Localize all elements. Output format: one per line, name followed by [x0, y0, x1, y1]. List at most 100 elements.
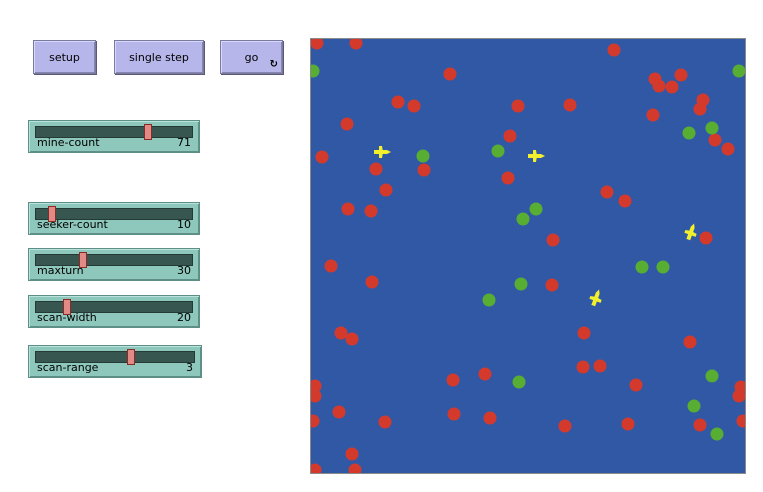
mine-dot	[708, 133, 722, 147]
cleared-mine-dot	[656, 260, 670, 274]
seeker-icon	[589, 289, 602, 307]
mine-dot	[369, 162, 383, 176]
cleared-mine-dot	[732, 64, 745, 78]
slider-scan-range[interactable]: scan-range 3	[28, 345, 202, 378]
slider-label: maxturn	[37, 264, 84, 277]
mine-dot	[446, 373, 460, 387]
mine-dot	[607, 43, 621, 57]
mine-dot	[621, 417, 635, 431]
mine-dot	[365, 275, 379, 289]
mine-dot	[478, 367, 492, 381]
seeker-icon	[528, 150, 545, 162]
slider-label: scan-width	[37, 311, 97, 324]
mine-dot	[736, 414, 745, 428]
slider-scan-width[interactable]: scan-width 20	[28, 295, 200, 328]
mine-dot	[600, 185, 614, 199]
mine-dot	[501, 171, 515, 185]
mine-dot	[558, 419, 572, 433]
mine-dot	[699, 231, 713, 245]
mine-dot	[503, 129, 517, 143]
mine-dot	[545, 278, 559, 292]
mine-dot	[665, 80, 679, 94]
setup-button[interactable]: setup	[33, 40, 96, 74]
mine-dot	[511, 99, 525, 113]
cleared-mine-dot	[512, 375, 526, 389]
cleared-mine-dot	[516, 212, 530, 226]
world-view[interactable]	[310, 38, 746, 474]
cleared-mine-dot	[687, 399, 701, 413]
mine-dot	[378, 415, 392, 429]
forever-icon: ↻	[269, 59, 278, 70]
mine-dot	[576, 360, 590, 374]
cleared-mine-dot	[514, 277, 528, 291]
mine-dot	[311, 414, 320, 428]
slider-label: mine-count	[37, 136, 100, 149]
setup-button-label: setup	[49, 50, 80, 64]
mine-dot	[391, 95, 405, 109]
mine-dot	[311, 389, 322, 403]
mine-dot	[732, 389, 745, 403]
cleared-mine-dot	[705, 121, 719, 135]
slider-value: 20	[177, 311, 191, 324]
cleared-mine-dot	[635, 260, 649, 274]
mine-dot	[593, 359, 607, 373]
go-button-label: go	[244, 50, 259, 64]
mine-dot	[693, 102, 707, 116]
single-step-button[interactable]: single step	[114, 40, 204, 74]
mine-dot	[334, 326, 348, 340]
mine-dot	[652, 79, 666, 93]
mine-dot	[577, 326, 591, 340]
mine-dot	[315, 150, 329, 164]
slider-thumb[interactable]	[126, 349, 135, 365]
mine-dot	[674, 68, 688, 82]
slider-seeker-count[interactable]: seeker-count 10	[28, 202, 200, 235]
mine-dot	[324, 259, 338, 273]
mine-dot	[345, 447, 359, 461]
mine-dot	[546, 233, 560, 247]
slider-value: 71	[177, 136, 191, 149]
mine-dot	[683, 335, 697, 349]
mine-dot	[349, 39, 363, 50]
slider-value: 30	[177, 264, 191, 277]
slider-label: scan-range	[37, 361, 99, 374]
slider-thumb[interactable]	[144, 124, 153, 140]
mine-dot	[407, 99, 421, 113]
cleared-mine-dot	[529, 202, 543, 216]
mine-dot	[618, 194, 632, 208]
mine-dot	[721, 142, 735, 156]
slider-maxturn[interactable]: maxturn 30	[28, 248, 200, 281]
cleared-mine-dot	[491, 144, 505, 158]
single-step-button-label: single step	[129, 50, 189, 64]
slider-value: 3	[186, 361, 193, 374]
mine-dot	[483, 411, 497, 425]
mine-dot	[345, 332, 359, 346]
cleared-mine-dot	[710, 427, 724, 441]
seeker-icon	[374, 146, 391, 158]
cleared-mine-dot	[311, 64, 320, 78]
mine-dot	[341, 202, 355, 216]
mine-dot	[311, 463, 322, 473]
mine-dot	[417, 163, 431, 177]
mine-dot	[379, 183, 393, 197]
cleared-mine-dot	[416, 149, 430, 163]
mine-dot	[340, 117, 354, 131]
go-button[interactable]: go ↻	[220, 40, 283, 74]
mine-dot	[311, 39, 324, 50]
mine-dot	[563, 98, 577, 112]
mine-dot	[348, 463, 362, 473]
mine-dot	[364, 204, 378, 218]
mine-dot	[693, 418, 707, 432]
slider-label: seeker-count	[37, 218, 108, 231]
mine-dot	[646, 108, 660, 122]
cleared-mine-dot	[705, 369, 719, 383]
cleared-mine-dot	[482, 293, 496, 307]
world-canvas	[311, 39, 745, 473]
mine-dot	[447, 407, 461, 421]
seeker-icon	[684, 223, 697, 241]
mine-dot	[332, 405, 346, 419]
mine-dot	[629, 378, 643, 392]
slider-mine-count[interactable]: mine-count 71	[28, 120, 200, 153]
slider-value: 10	[177, 218, 191, 231]
cleared-mine-dot	[682, 126, 696, 140]
mine-dot	[443, 67, 457, 81]
